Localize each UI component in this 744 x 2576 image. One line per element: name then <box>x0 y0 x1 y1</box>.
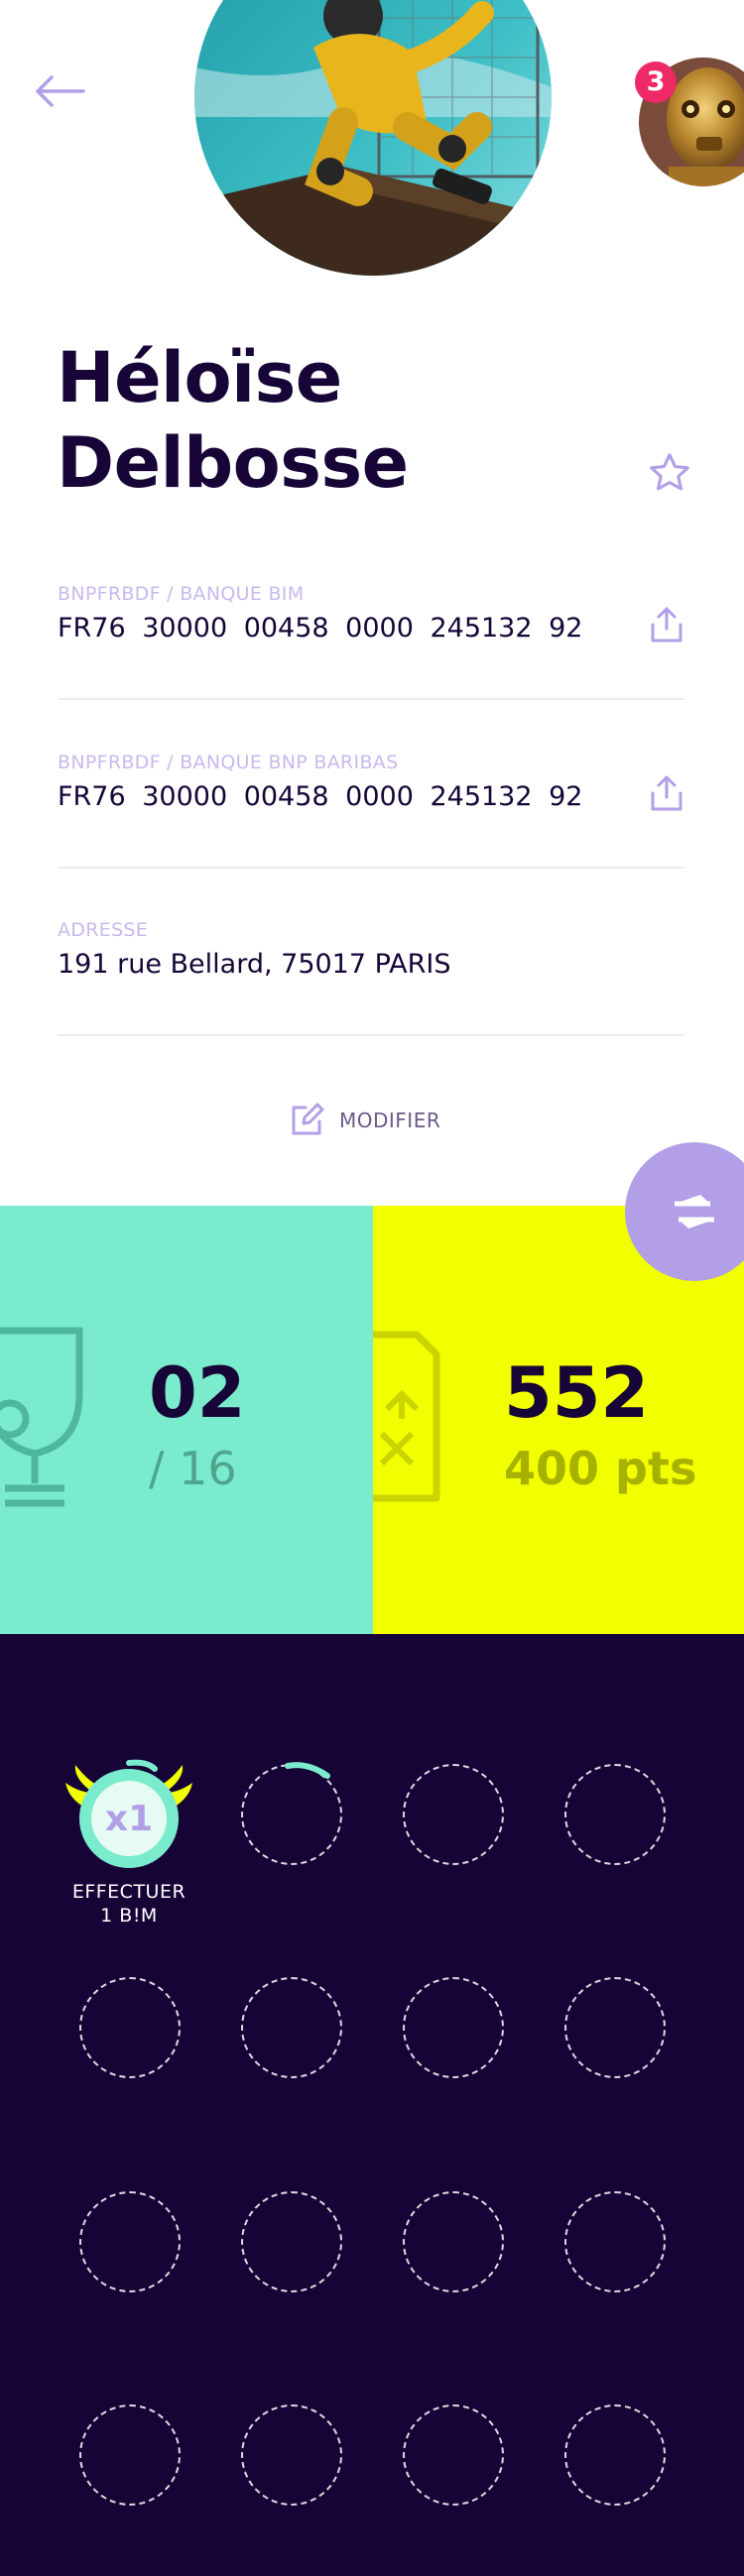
badge-slot[interactable] <box>403 2404 504 2506</box>
badge-slot[interactable] <box>79 1977 181 2078</box>
account-iban: FR76 30000 00458 0000 245132 92 <box>58 613 583 644</box>
back-button[interactable] <box>36 71 87 111</box>
badge-slot[interactable] <box>241 2191 342 2292</box>
badge-slot[interactable] <box>403 1764 504 1865</box>
address-label: ADRESSE <box>58 919 149 941</box>
account-bank-label: BNPFRBDF / BANQUE BIM <box>58 583 305 605</box>
favorite-button[interactable] <box>647 450 692 496</box>
share-icon <box>651 607 682 643</box>
trophy-icon <box>0 1327 83 1507</box>
trophies-stat-card[interactable]: 02 / 16 <box>0 1206 373 1634</box>
badge-slot[interactable] <box>403 2191 504 2292</box>
account-bank-label: BNPFRBDF / BANQUE BNP BARIBAS <box>58 752 399 773</box>
address-value: 191 rue Bellard, 75017 PARIS <box>58 949 451 980</box>
account-iban: FR76 30000 00458 0000 245132 92 <box>58 781 583 812</box>
divider <box>58 1034 684 1036</box>
badge-slot[interactable] <box>564 1764 666 1865</box>
divider <box>58 698 684 700</box>
badge-slot[interactable] <box>241 2404 342 2506</box>
share-icon <box>651 775 682 811</box>
swap-arrows-icon <box>675 1195 714 1229</box>
badge-slot[interactable] <box>403 1977 504 2078</box>
trophies-count: 02 <box>149 1352 246 1434</box>
divider <box>58 867 684 869</box>
badge-progress-arc <box>285 1762 330 1779</box>
profile-name: Héloïse Delbosse <box>57 335 409 506</box>
share-iban-button[interactable] <box>649 773 684 813</box>
bank-account-2: BNPFRBDF / BANQUE BNP BARIBAS FR76 30000… <box>58 752 684 812</box>
address-block: ADRESSE 191 rue Bellard, 75017 PARIS <box>58 919 684 980</box>
badge-slot[interactable] <box>241 1977 342 2078</box>
badge-slot[interactable] <box>564 1977 666 2078</box>
edit-button[interactable]: MODIFIER <box>288 1101 440 1140</box>
badge-multiplier: x1 <box>104 1799 154 1839</box>
share-iban-button[interactable] <box>649 605 684 644</box>
first-name: Héloïse <box>57 337 342 418</box>
badge-active[interactable]: x1 <box>60 1743 198 1882</box>
badge-slot[interactable] <box>79 2191 181 2292</box>
notification-badge: 3 <box>635 61 677 103</box>
points-sub: 400 pts <box>504 1442 697 1495</box>
badge-slot[interactable] <box>564 2404 666 2506</box>
badge-slot[interactable] <box>79 2404 181 2506</box>
edit-label: MODIFIER <box>339 1109 441 1132</box>
star-icon <box>650 453 689 491</box>
edit-icon <box>292 1103 324 1135</box>
badge-label: EFFECTUER 1 B!M <box>40 1880 218 1928</box>
trophies-total: / 16 <box>149 1442 237 1495</box>
badge-slot[interactable] <box>564 2191 666 2292</box>
user-avatar-button[interactable]: 3 <box>635 58 744 186</box>
badge-label-line1: EFFECTUER <box>71 1881 186 1903</box>
last-name: Delbosse <box>57 422 409 504</box>
wallet-icon <box>373 1331 440 1502</box>
points-count: 552 <box>504 1352 650 1434</box>
profile-photo <box>194 0 552 276</box>
arrow-left-icon <box>36 75 85 107</box>
badge-label-line2: 1 B!M <box>100 1905 158 1927</box>
bank-account-1: BNPFRBDF / BANQUE BIM FR76 30000 00458 0… <box>58 583 684 644</box>
